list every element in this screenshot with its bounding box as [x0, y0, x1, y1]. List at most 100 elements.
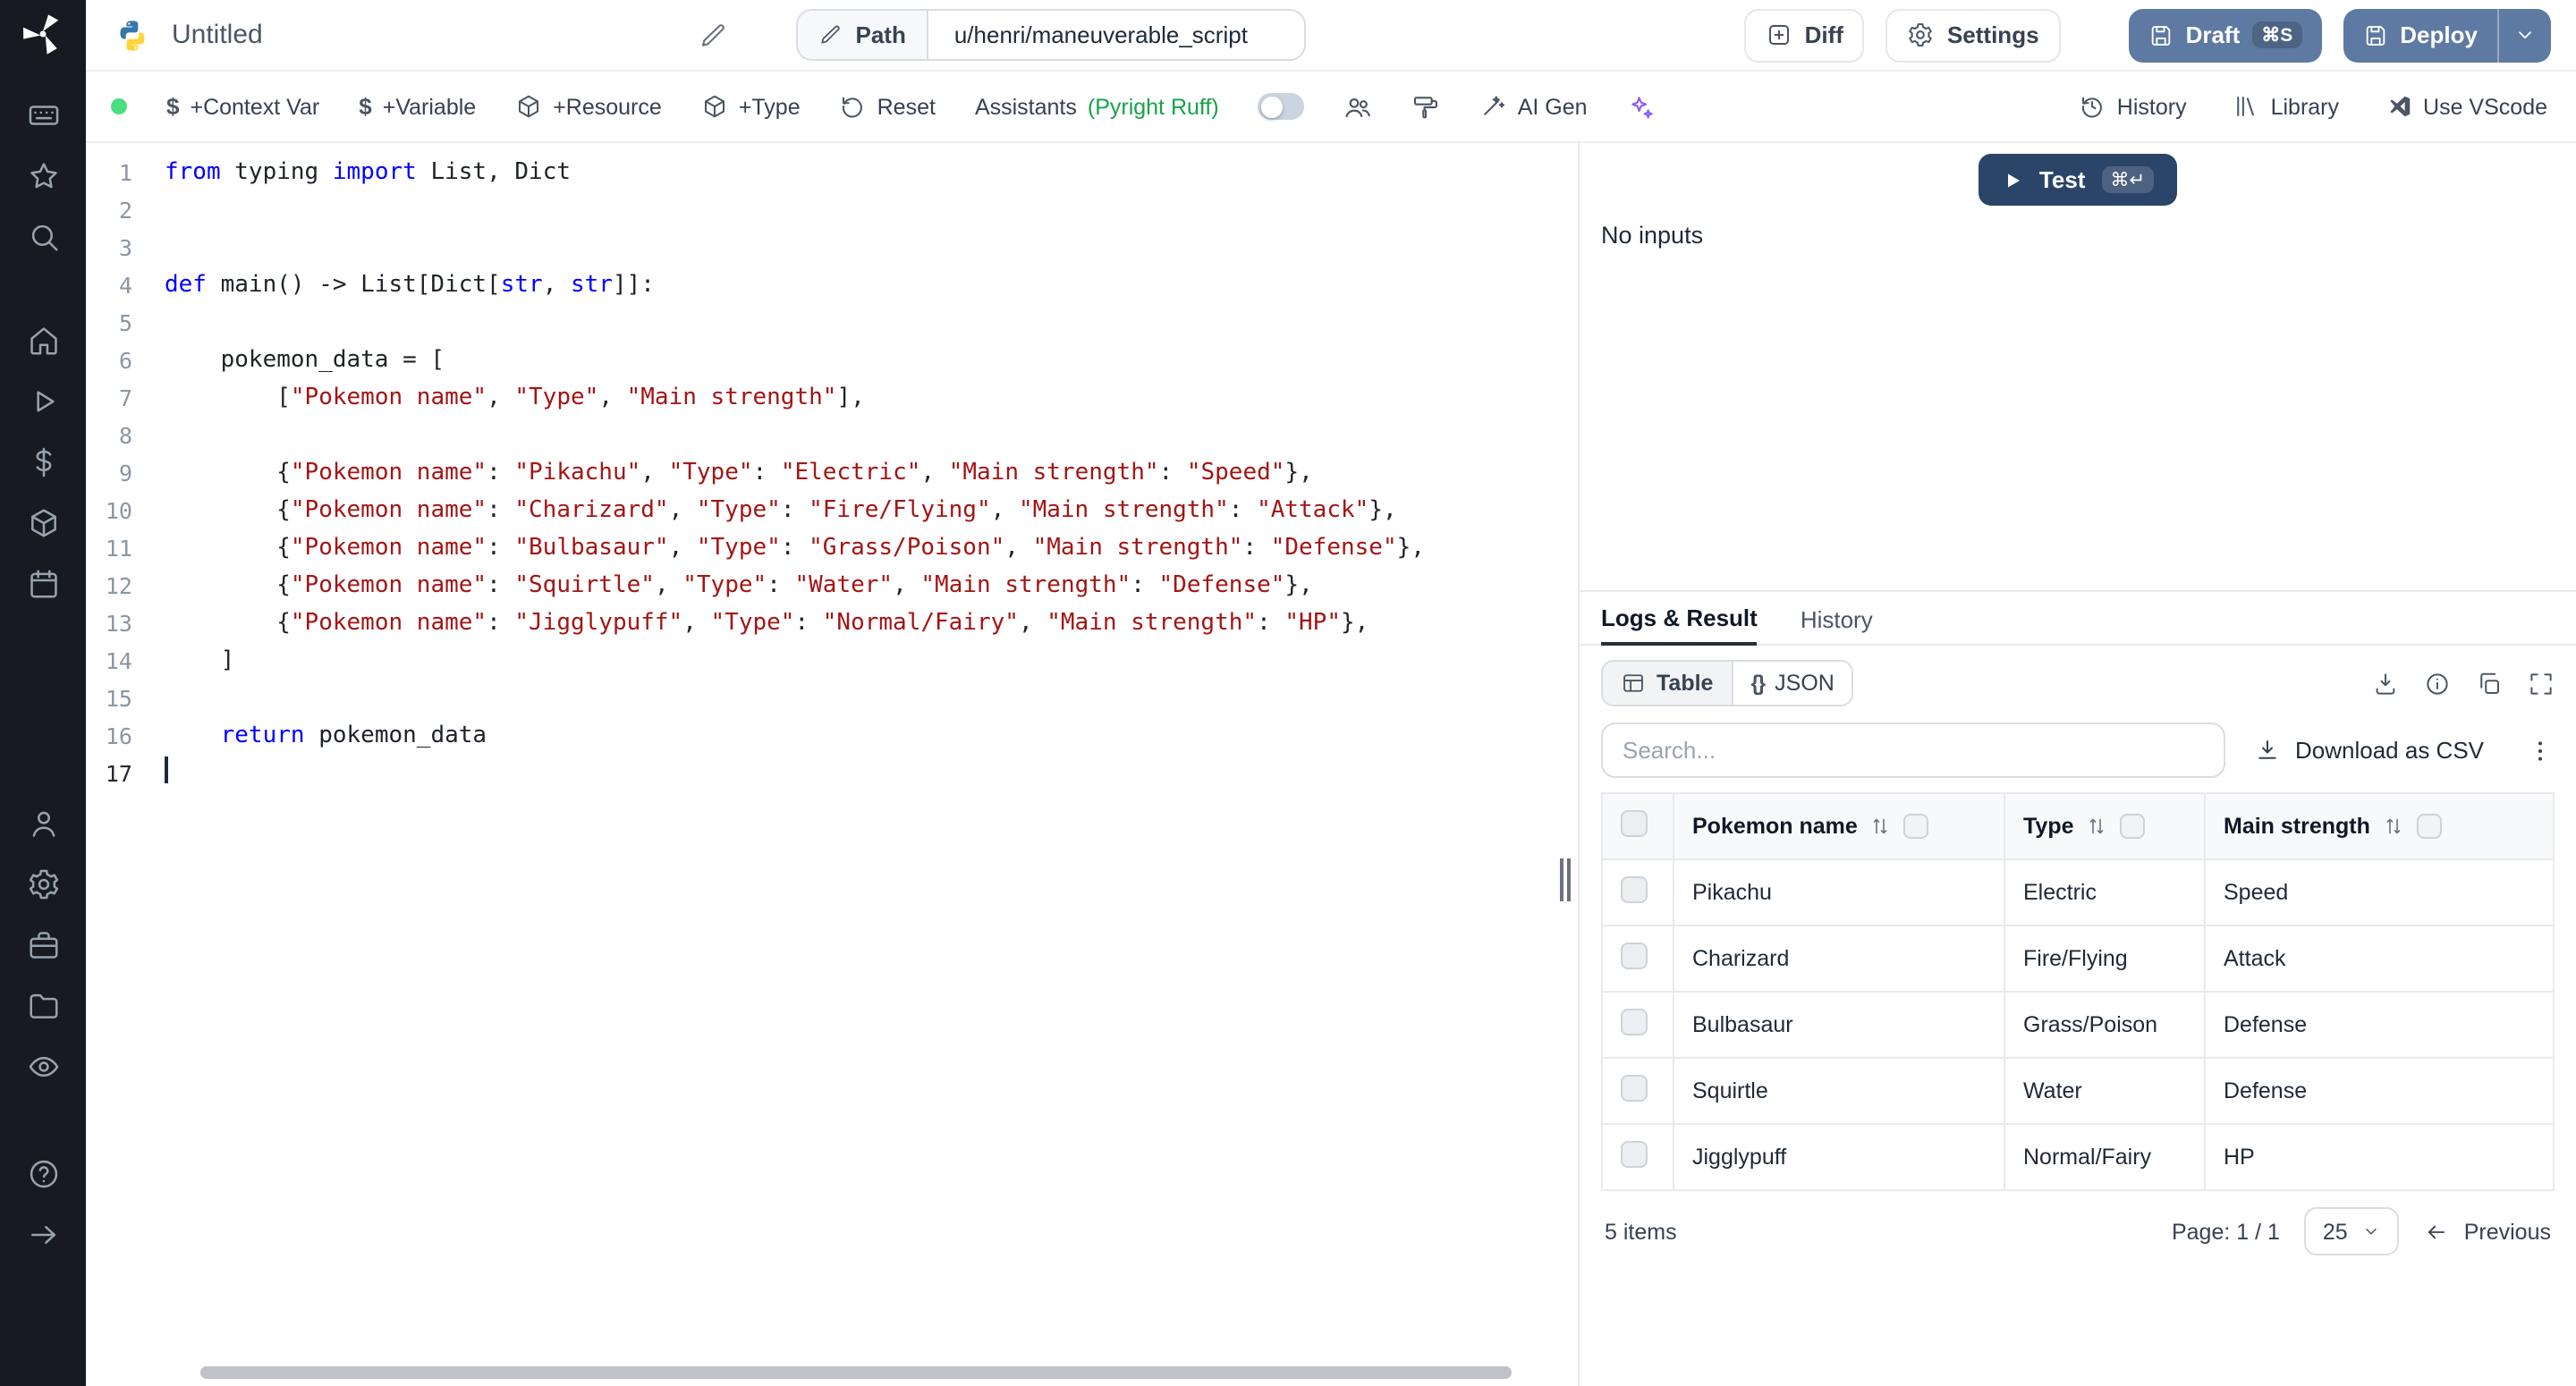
- column-checkbox[interactable]: [1904, 814, 1929, 839]
- sort-icon[interactable]: [1870, 816, 1892, 837]
- table-row[interactable]: PikachuElectricSpeed: [1602, 859, 2554, 925]
- add-type-button[interactable]: +Type: [701, 93, 801, 120]
- code-line[interactable]: 2: [86, 191, 1555, 229]
- tab-history[interactable]: History: [1801, 606, 1873, 644]
- code-line[interactable]: 9 {"Pokemon name": "Pikachu", "Type": "E…: [86, 454, 1555, 492]
- sort-icon[interactable]: [2383, 816, 2404, 837]
- line-number: 1: [86, 154, 165, 191]
- column-checkbox[interactable]: [2417, 814, 2442, 839]
- assistants-toggle[interactable]: [1258, 93, 1305, 120]
- table-row[interactable]: SquirtleWaterDefense: [1602, 1058, 2554, 1124]
- code-line[interactable]: 17: [86, 755, 1555, 792]
- code-text: pokemon_data = [: [165, 342, 445, 379]
- sidebar-item-settings[interactable]: [14, 855, 72, 912]
- splitter-grip[interactable]: [1560, 858, 1571, 901]
- code-editor[interactable]: 1from typing import List, Dict234def mai…: [86, 143, 1555, 1386]
- draft-button[interactable]: Draft ⌘S: [2129, 8, 2322, 62]
- expand-result-button[interactable]: [2528, 670, 2555, 697]
- code-line[interactable]: 10 {"Pokemon name": "Charizard", "Type":…: [86, 492, 1555, 529]
- multiplayer-button[interactable]: [1344, 92, 1373, 121]
- code-line[interactable]: 12 {"Pokemon name": "Squirtle", "Type": …: [86, 567, 1555, 604]
- sidebar-item-variables[interactable]: [14, 433, 72, 490]
- edit-title-button[interactable]: [700, 21, 729, 49]
- sidebar-item-search[interactable]: [14, 207, 72, 265]
- search-input[interactable]: [1601, 723, 2225, 778]
- script-path[interactable]: u/henri/maneuverable_script: [929, 21, 1305, 48]
- code-line[interactable]: 1from typing import List, Dict: [86, 154, 1555, 191]
- sidebar-item-favorites[interactable]: [14, 147, 72, 204]
- tab-logs-result[interactable]: Logs & Result: [1601, 604, 1758, 646]
- table-row[interactable]: BulbasaurGrass/PoisonDefense: [1602, 992, 2554, 1058]
- sidebar-item-shortcuts[interactable]: [14, 86, 72, 143]
- code-line[interactable]: 6 pokemon_data = [: [86, 342, 1555, 379]
- code-line[interactable]: 14 ]: [86, 642, 1555, 680]
- column-checkbox[interactable]: [2121, 814, 2146, 839]
- vscode-button[interactable]: Use VScode: [2385, 93, 2547, 120]
- row-checkbox[interactable]: [1621, 1009, 1648, 1035]
- add-context-var-button[interactable]: $ +Context Var: [166, 93, 319, 120]
- sidebar-item-help[interactable]: [14, 1145, 72, 1202]
- download-csv-button[interactable]: Download as CSV: [2254, 737, 2484, 764]
- row-checkbox[interactable]: [1621, 876, 1648, 903]
- diff-button[interactable]: Diff: [1744, 8, 1865, 62]
- add-variable-button[interactable]: $ +Variable: [359, 93, 476, 120]
- column-header[interactable]: Main strength: [2205, 793, 2554, 859]
- history-button[interactable]: History: [2080, 93, 2187, 120]
- reset-icon: [840, 93, 867, 120]
- code-line[interactable]: 5: [86, 304, 1555, 342]
- code-line[interactable]: 4def main() -> List[Dict[str, str]]:: [86, 266, 1555, 304]
- table-menu-button[interactable]: [2526, 736, 2555, 765]
- ai-gen-button[interactable]: AI Gen: [1480, 93, 1588, 120]
- sort-icon[interactable]: [2087, 816, 2108, 837]
- row-checkbox[interactable]: [1621, 942, 1648, 969]
- copy-result-button[interactable]: [2476, 670, 2503, 697]
- previous-page-button[interactable]: Previous: [2425, 1219, 2551, 1244]
- column-header[interactable]: Pokemon name: [1674, 793, 2004, 859]
- table-row[interactable]: JigglypuffNormal/FairyHP: [1602, 1124, 2554, 1190]
- panel-splitter[interactable]: [1555, 143, 1578, 1386]
- assistants-label[interactable]: Assistants (Pyright Ruff): [975, 94, 1219, 119]
- sidebar-item-schedules[interactable]: [14, 554, 72, 612]
- format-button[interactable]: [1412, 92, 1441, 121]
- path-button[interactable]: Path: [799, 11, 929, 59]
- no-inputs-label: No inputs: [1601, 222, 2576, 249]
- view-json-button[interactable]: {} JSON: [1731, 662, 1852, 705]
- deploy-button[interactable]: Deploy: [2343, 8, 2497, 62]
- column-header[interactable]: Type: [2004, 793, 2205, 859]
- result-info-button[interactable]: [2424, 670, 2451, 697]
- table-row[interactable]: CharizardFire/FlyingAttack: [1602, 925, 2554, 992]
- sidebar-item-resources[interactable]: [14, 494, 72, 551]
- test-button[interactable]: Test ⌘↵: [1979, 154, 2177, 206]
- reset-button[interactable]: Reset: [840, 93, 936, 120]
- code-line[interactable]: 13 {"Pokemon name": "Jigglypuff", "Type"…: [86, 604, 1555, 642]
- row-checkbox[interactable]: [1621, 1141, 1648, 1168]
- library-button[interactable]: Library: [2233, 93, 2339, 120]
- code-line[interactable]: 15: [86, 680, 1555, 717]
- code-line[interactable]: 3: [86, 229, 1555, 266]
- sidebar-item-home[interactable]: [14, 311, 72, 368]
- deploy-options-button[interactable]: [2497, 8, 2551, 62]
- cube-icon: [26, 505, 60, 539]
- row-checkbox[interactable]: [1621, 1075, 1648, 1102]
- ai-sparkles-button[interactable]: [1627, 92, 1656, 121]
- code-line[interactable]: 8: [86, 417, 1555, 454]
- sidebar-item-folders[interactable]: [14, 976, 72, 1034]
- select-all-checkbox[interactable]: [1621, 810, 1648, 837]
- sidebar-item-users[interactable]: [14, 794, 72, 851]
- settings-button[interactable]: Settings: [1886, 8, 2061, 62]
- download-result-button[interactable]: [2372, 670, 2399, 697]
- code-line[interactable]: 7 ["Pokemon name", "Type", "Main strengt…: [86, 379, 1555, 417]
- windmill-logo[interactable]: [20, 11, 66, 57]
- code-line[interactable]: 16 return pokemon_data: [86, 717, 1555, 755]
- add-resource-button[interactable]: +Resource: [515, 93, 662, 120]
- sidebar-item-runs[interactable]: [14, 372, 72, 429]
- code-line[interactable]: 11 {"Pokemon name": "Bulbasaur", "Type":…: [86, 529, 1555, 567]
- code-text: ]: [165, 642, 234, 680]
- sidebar-item-audit[interactable]: [14, 1037, 72, 1094]
- view-table-button[interactable]: Table: [1603, 662, 1731, 705]
- sidebar-item-workers[interactable]: [14, 916, 72, 973]
- horizontal-scrollbar[interactable]: [200, 1366, 1512, 1379]
- page-size-select[interactable]: 25: [2305, 1207, 2400, 1255]
- line-number: 11: [86, 529, 165, 567]
- sidebar-item-expand[interactable]: [14, 1205, 72, 1263]
